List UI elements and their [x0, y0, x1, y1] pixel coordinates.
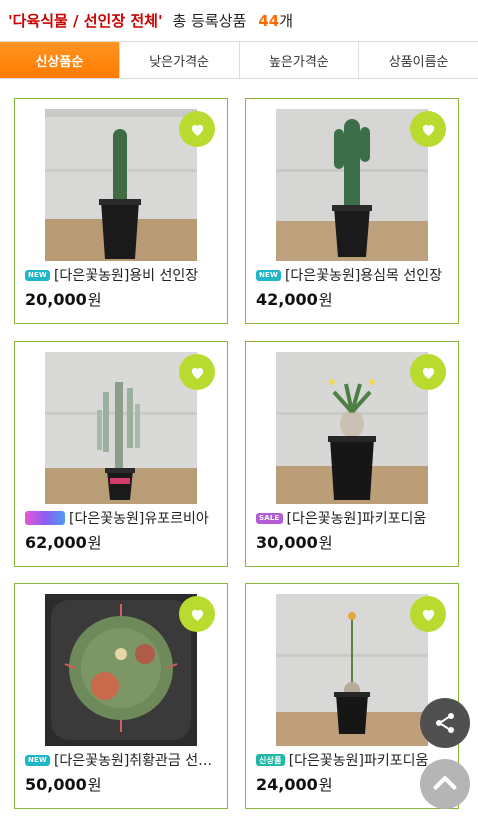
promo-badge — [25, 511, 65, 525]
wishlist-heart-icon[interactable] — [410, 111, 446, 147]
price-currency: 원 — [87, 534, 102, 552]
product-card[interactable]: [다은꽃농원]유포르비아 62,000원 — [14, 341, 228, 567]
scroll-top-button[interactable] — [420, 759, 470, 809]
product-image[interactable] — [276, 594, 428, 746]
product-image[interactable] — [45, 352, 197, 504]
price-value: 42,000 — [256, 290, 318, 309]
product-title-row[interactable]: NEW [다은꽃농원]용비 선인장 — [25, 265, 221, 285]
product-title[interactable]: [다은꽃농원]유포르비아 — [69, 508, 221, 528]
new-badge: NEW — [25, 754, 50, 766]
product-count-unit: 개 — [279, 12, 293, 30]
tab-high-price[interactable]: 높은가격순 — [238, 42, 359, 78]
product-count: 44 — [258, 11, 280, 30]
new-badge: NEW — [256, 269, 281, 281]
new-badge: NEW — [25, 269, 50, 281]
product-title-row[interactable]: 신상품 [다은꽃농원]파키포디움 — [256, 750, 452, 770]
product-title-row[interactable]: SALE [다은꽃농원]파키포디움 — [256, 508, 452, 528]
share-icon — [436, 713, 454, 733]
wishlist-heart-icon[interactable] — [179, 354, 215, 390]
sort-tabs: 신상품순 낮은가격순 높은가격순 상품이름순 — [0, 41, 478, 79]
product-title-row[interactable]: NEW [다은꽃농원]용심목 선인장 — [256, 265, 452, 285]
tab-low-price[interactable]: 낮은가격순 — [118, 42, 239, 78]
price-currency: 원 — [318, 776, 333, 794]
product-price: 62,000원 — [25, 532, 102, 553]
price-currency: 원 — [318, 534, 333, 552]
product-title[interactable]: [다은꽃농원]용비 선인장 — [54, 265, 221, 285]
wishlist-heart-icon[interactable] — [410, 354, 446, 390]
wishlist-heart-icon[interactable] — [179, 111, 215, 147]
product-title[interactable]: [다은꽃농원]파키포디움 — [287, 508, 452, 528]
product-card[interactable]: NEW [다은꽃농원]용심목 선인장 42,000원 — [245, 98, 459, 324]
tab-name[interactable]: 상품이름순 — [358, 42, 478, 78]
product-image[interactable] — [45, 109, 197, 261]
wishlist-heart-icon[interactable] — [410, 596, 446, 632]
product-card[interactable]: SALE [다은꽃농원]파키포디움 30,000원 — [245, 341, 459, 567]
price-currency: 원 — [87, 291, 102, 309]
share-button[interactable] — [420, 698, 470, 748]
product-title-row[interactable]: [다은꽃농원]유포르비아 — [25, 508, 221, 528]
product-image[interactable] — [276, 109, 428, 261]
tab-newest[interactable]: 신상품순 — [0, 42, 119, 78]
product-price: 50,000원 — [25, 774, 102, 795]
product-price: 42,000원 — [256, 289, 333, 310]
product-title[interactable]: [다은꽃농원]취황관금 선인장 — [54, 750, 221, 770]
new-product-badge: 신상품 — [256, 754, 285, 766]
sale-badge: SALE — [256, 512, 283, 524]
total-products-label: 총 등록상품 — [172, 12, 247, 30]
product-price: 24,000원 — [256, 774, 333, 795]
product-title[interactable]: [다은꽃농원]용심목 선인장 — [285, 265, 452, 285]
product-price: 30,000원 — [256, 532, 333, 553]
price-value: 20,000 — [25, 290, 87, 309]
chevron-up-icon — [433, 776, 457, 790]
product-image[interactable] — [45, 594, 197, 746]
price-value: 50,000 — [25, 775, 87, 794]
product-image[interactable] — [276, 352, 428, 504]
product-title-row[interactable]: NEW [다은꽃농원]취황관금 선인장 — [25, 750, 221, 770]
product-card[interactable]: NEW [다은꽃농원]용비 선인장 20,000원 — [14, 98, 228, 324]
price-currency: 원 — [318, 291, 333, 309]
product-card[interactable]: NEW [다은꽃농원]취황관금 선인장 50,000원 — [14, 583, 228, 809]
product-price: 20,000원 — [25, 289, 102, 310]
price-value: 24,000 — [256, 775, 318, 794]
price-currency: 원 — [87, 776, 102, 794]
category-title: '다육식물 / 선인장 전체' — [8, 12, 163, 30]
price-value: 30,000 — [256, 533, 318, 552]
price-value: 62,000 — [25, 533, 87, 552]
wishlist-heart-icon[interactable] — [179, 596, 215, 632]
list-header: '다육식물 / 선인장 전체' 총 등록상품 44 개 — [0, 0, 478, 41]
